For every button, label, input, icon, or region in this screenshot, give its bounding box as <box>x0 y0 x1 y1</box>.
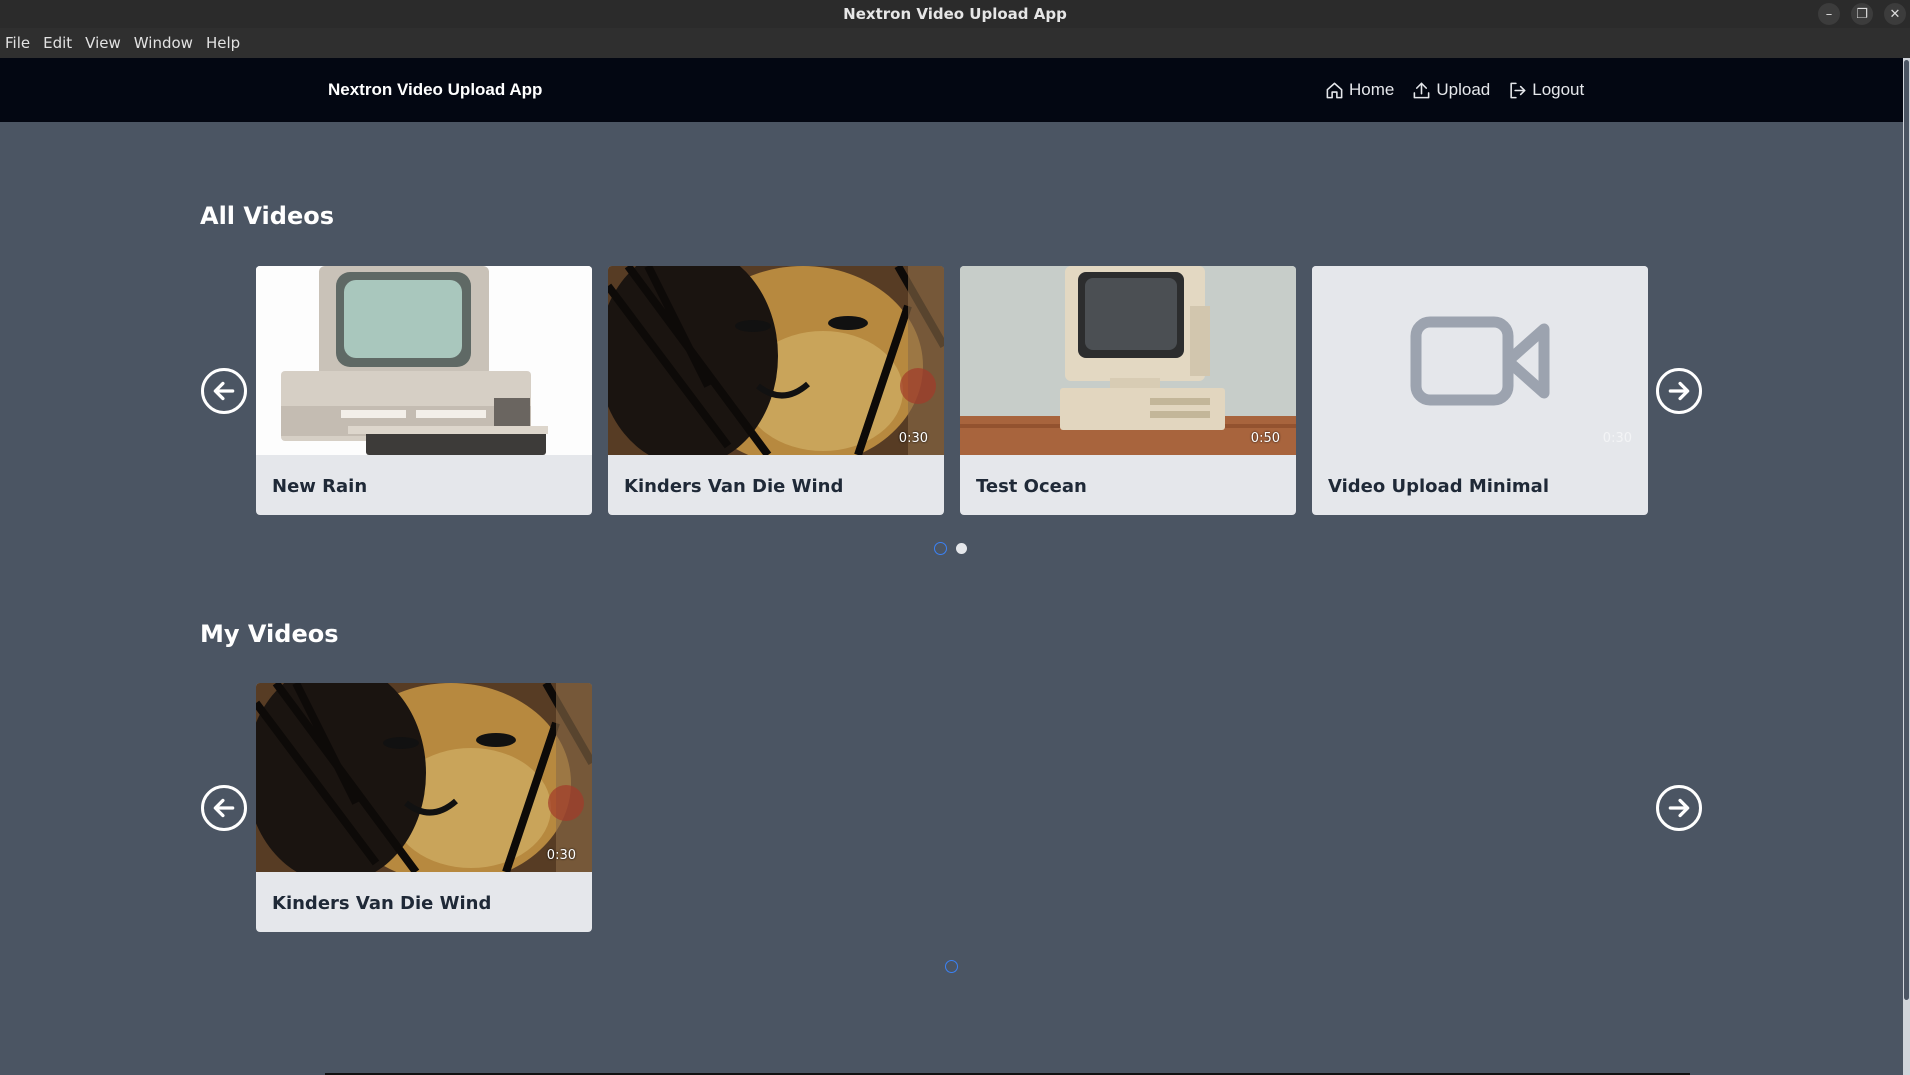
logout-icon <box>1510 82 1526 98</box>
nav-upload-link[interactable]: Upload <box>1412 80 1490 100</box>
menu-window[interactable]: Window <box>134 34 193 52</box>
video-title: New Rain <box>272 476 368 497</box>
my-videos-page-dot-1[interactable] <box>945 960 958 973</box>
close-icon[interactable]: ✕ <box>1884 3 1906 25</box>
my-videos-next-button[interactable] <box>1656 785 1702 831</box>
video-card[interactable]: 0:30 Kinders Van Die Wind <box>256 683 592 932</box>
menu-edit[interactable]: Edit <box>43 34 72 52</box>
menu-help[interactable]: Help <box>206 34 240 52</box>
my-videos-heading: My Videos <box>200 620 339 648</box>
video-duration: 0:30 <box>546 848 576 863</box>
nav-home-label: Home <box>1349 80 1395 99</box>
window-titlebar: Nextron Video Upload App – ❐ ✕ <box>0 0 1910 28</box>
all-videos-page-dot-1[interactable] <box>934 542 947 555</box>
nav-logout-label: Logout <box>1532 80 1585 99</box>
restore-icon[interactable]: ❐ <box>1851 3 1873 25</box>
retro-computer-beige-thumbnail <box>960 266 1296 455</box>
arrow-left-icon <box>213 381 235 401</box>
abstract-face-painting-thumbnail <box>608 266 944 455</box>
video-title: Test Ocean <box>976 476 1087 497</box>
all-videos-page-dot-2[interactable] <box>956 543 967 554</box>
app-brand[interactable]: Nextron Video Upload App <box>328 58 542 122</box>
video-card[interactable]: 0:50 Test Ocean <box>960 266 1296 515</box>
arrow-right-icon <box>1668 381 1690 401</box>
home-icon <box>1326 82 1343 98</box>
nav-links: Home Upload Logout <box>1325 58 1602 122</box>
nav-logout-link[interactable]: Logout <box>1508 80 1584 100</box>
arrow-right-icon <box>1668 798 1690 818</box>
nav-home-link[interactable]: Home <box>1325 80 1394 100</box>
app-navbar: Nextron Video Upload App Home Upload Log… <box>0 58 1903 122</box>
video-duration: 0:30 <box>1602 431 1632 446</box>
window-controls: – ❐ ✕ <box>1818 3 1906 25</box>
nav-upload-label: Upload <box>1436 80 1491 99</box>
arrow-left-icon <box>213 798 235 818</box>
video-title: Kinders Van Die Wind <box>624 476 844 497</box>
video-thumbnail <box>256 683 592 872</box>
minimize-icon[interactable]: – <box>1818 3 1840 25</box>
video-title: Kinders Van Die Wind <box>272 893 492 914</box>
video-thumbnail <box>256 266 592 455</box>
window-title: Nextron Video Upload App <box>843 5 1067 23</box>
video-duration: 0:50 <box>1250 431 1280 446</box>
menu-view[interactable]: View <box>85 34 121 52</box>
video-title: Video Upload Minimal <box>1328 476 1549 497</box>
all-videos-heading: All Videos <box>200 202 334 230</box>
video-thumbnail <box>960 266 1296 455</box>
all-videos-next-button[interactable] <box>1656 368 1702 414</box>
menu-bar: File Edit View Window Help <box>0 28 1910 58</box>
video-card[interactable]: 0:30 Video Upload Minimal <box>1312 266 1648 515</box>
video-camera-icon <box>1410 316 1550 406</box>
my-videos-prev-button[interactable] <box>201 785 247 831</box>
all-videos-prev-button[interactable] <box>201 368 247 414</box>
menu-file[interactable]: File <box>5 34 30 52</box>
video-card[interactable]: 0:30 Kinders Van Die Wind <box>608 266 944 515</box>
retro-computer-white-thumbnail <box>256 266 592 455</box>
video-card[interactable]: New Rain <box>256 266 592 515</box>
video-duration: 0:30 <box>898 431 928 446</box>
video-thumbnail <box>1312 266 1648 455</box>
abstract-face-painting-thumbnail <box>256 683 592 872</box>
upload-icon <box>1413 82 1430 98</box>
scrollbar-thumb[interactable] <box>1904 60 1909 1000</box>
video-thumbnail <box>608 266 944 455</box>
